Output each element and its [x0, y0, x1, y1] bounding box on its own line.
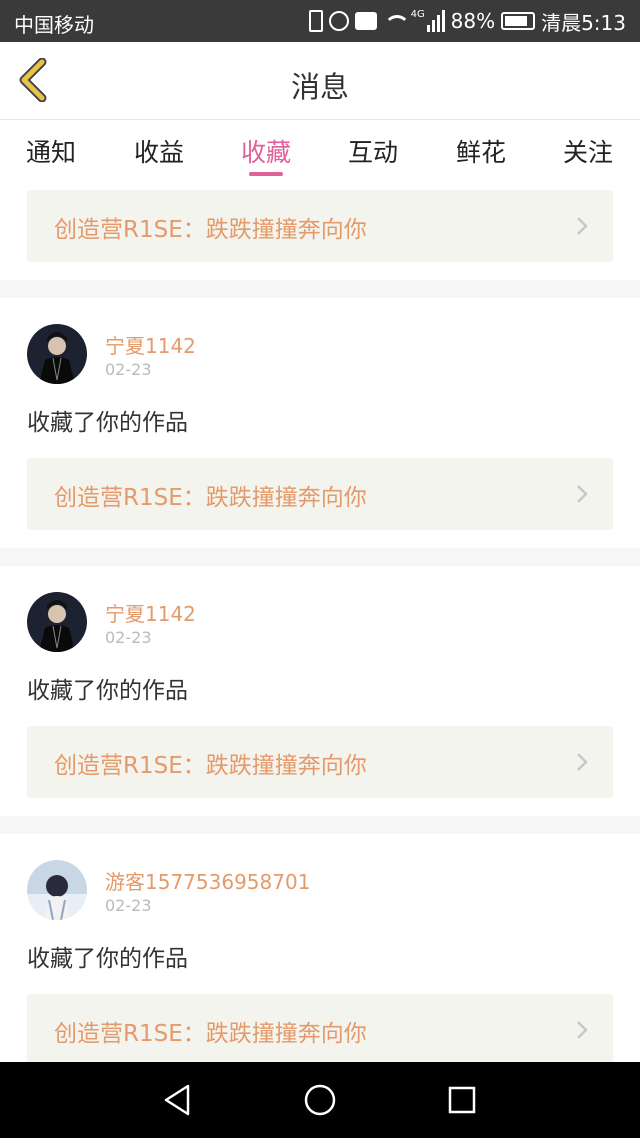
carrier-name: 中国移动: [14, 13, 94, 37]
username[interactable]: 宁夏1142: [105, 598, 196, 627]
user-row: 宁夏1142 02-23: [27, 324, 613, 388]
alarm-icon: [328, 11, 349, 31]
avatar[interactable]: [27, 592, 87, 652]
signal-icon: 4G: [411, 10, 445, 32]
work-link-title: 创造营R1SE：跌跌撞撞奔向你: [54, 753, 367, 779]
system-nav-bar: [0, 1062, 640, 1138]
feed-card: 宁夏1142 02-23 收藏了你的作品 创造营R1SE：跌跌撞撞奔向你: [0, 298, 640, 548]
triangle-back-icon[interactable]: [160, 1082, 196, 1118]
circle-home-icon[interactable]: [302, 1082, 338, 1118]
avatar[interactable]: [27, 860, 87, 920]
battery-percent: 88%: [450, 9, 496, 33]
wifi-icon: [383, 13, 410, 29]
post-date: 02-23: [105, 628, 152, 647]
vibrate-icon: [308, 10, 323, 32]
tab-flowers[interactable]: 鲜花: [441, 133, 521, 169]
notification-message: 收藏了你的作品: [27, 410, 188, 436]
work-link-title: 创造营R1SE：跌跌撞撞奔向你: [54, 1021, 367, 1047]
tab-notice[interactable]: 通知: [11, 133, 91, 169]
work-link[interactable]: 创造营R1SE：跌跌撞撞奔向你: [27, 190, 613, 262]
feed-card: 宁夏1142 02-23 收藏了你的作品 创造营R1SE：跌跌撞撞奔向你: [0, 566, 640, 816]
nav-bar: 消息: [0, 42, 640, 120]
status-bar: 中国移动 4G 88% 清晨5:13: [0, 0, 640, 42]
chevron-right-icon: [577, 485, 588, 503]
username[interactable]: 宁夏1142: [105, 330, 196, 359]
tab-follow[interactable]: 关注: [548, 133, 628, 169]
post-date: 02-23: [105, 360, 152, 379]
tab-interaction[interactable]: 互动: [333, 133, 413, 169]
square-recents-icon[interactable]: [444, 1082, 480, 1118]
favorites-feed[interactable]: 创造营R1SE：跌跌撞撞奔向你 宁夏1142 02-23 收藏了你的作品 创造营…: [0, 181, 640, 1062]
feed-card: 创造营R1SE：跌跌撞撞奔向你: [0, 181, 640, 280]
battery-icon: [501, 12, 536, 30]
active-tab-indicator: [249, 172, 283, 176]
tab-earnings[interactable]: 收益: [119, 133, 199, 169]
avatar[interactable]: [27, 324, 87, 384]
hd-icon: [354, 12, 377, 30]
tab-bar: 通知 收益 收藏 互动 鲜花 关注: [0, 121, 640, 181]
chevron-right-icon: [577, 217, 588, 235]
status-icons: 4G 88% 清晨5:13: [308, 6, 626, 36]
notification-message: 收藏了你的作品: [27, 946, 188, 972]
feed-card: 游客1577536958701 02-23 收藏了你的作品 创造营R1SE：跌跌…: [0, 834, 640, 1062]
work-link-title: 创造营R1SE：跌跌撞撞奔向你: [54, 217, 367, 243]
page-title: 消息: [290, 70, 349, 104]
work-link[interactable]: 创造营R1SE：跌跌撞撞奔向你: [27, 458, 613, 530]
work-link[interactable]: 创造营R1SE：跌跌撞撞奔向你: [27, 726, 613, 798]
chevron-right-icon: [577, 1021, 588, 1039]
work-link[interactable]: 创造营R1SE：跌跌撞撞奔向你: [27, 994, 613, 1062]
user-row: 游客1577536958701 02-23: [27, 860, 613, 924]
work-link-title: 创造营R1SE：跌跌撞撞奔向你: [54, 485, 367, 511]
post-date: 02-23: [105, 896, 152, 915]
clock: 清晨5:13: [541, 10, 626, 35]
network-type: 4G: [410, 9, 425, 20]
tab-favorites[interactable]: 收藏: [226, 133, 306, 169]
username[interactable]: 游客1577536958701: [105, 866, 310, 895]
user-row: 宁夏1142 02-23: [27, 592, 613, 656]
notification-message: 收藏了你的作品: [27, 678, 188, 704]
chevron-right-icon: [577, 753, 588, 771]
